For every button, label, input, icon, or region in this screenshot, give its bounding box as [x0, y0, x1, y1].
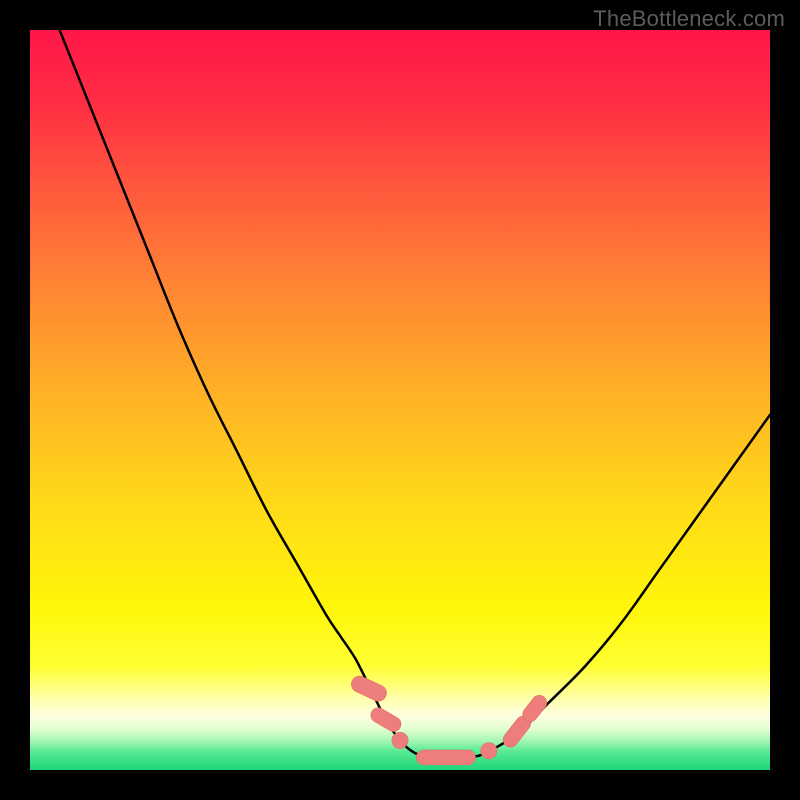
- curve-marker: [481, 743, 497, 759]
- plot-area: [30, 30, 770, 770]
- outer-frame: TheBottleneck.com: [0, 0, 800, 800]
- curve-marker: [416, 750, 475, 765]
- watermark-text: TheBottleneck.com: [593, 6, 785, 32]
- curve-marker: [368, 705, 404, 734]
- curve-marker: [392, 732, 408, 748]
- curve-marker: [349, 673, 389, 703]
- chart-svg: [30, 30, 770, 770]
- bottleneck-curve: [60, 30, 770, 758]
